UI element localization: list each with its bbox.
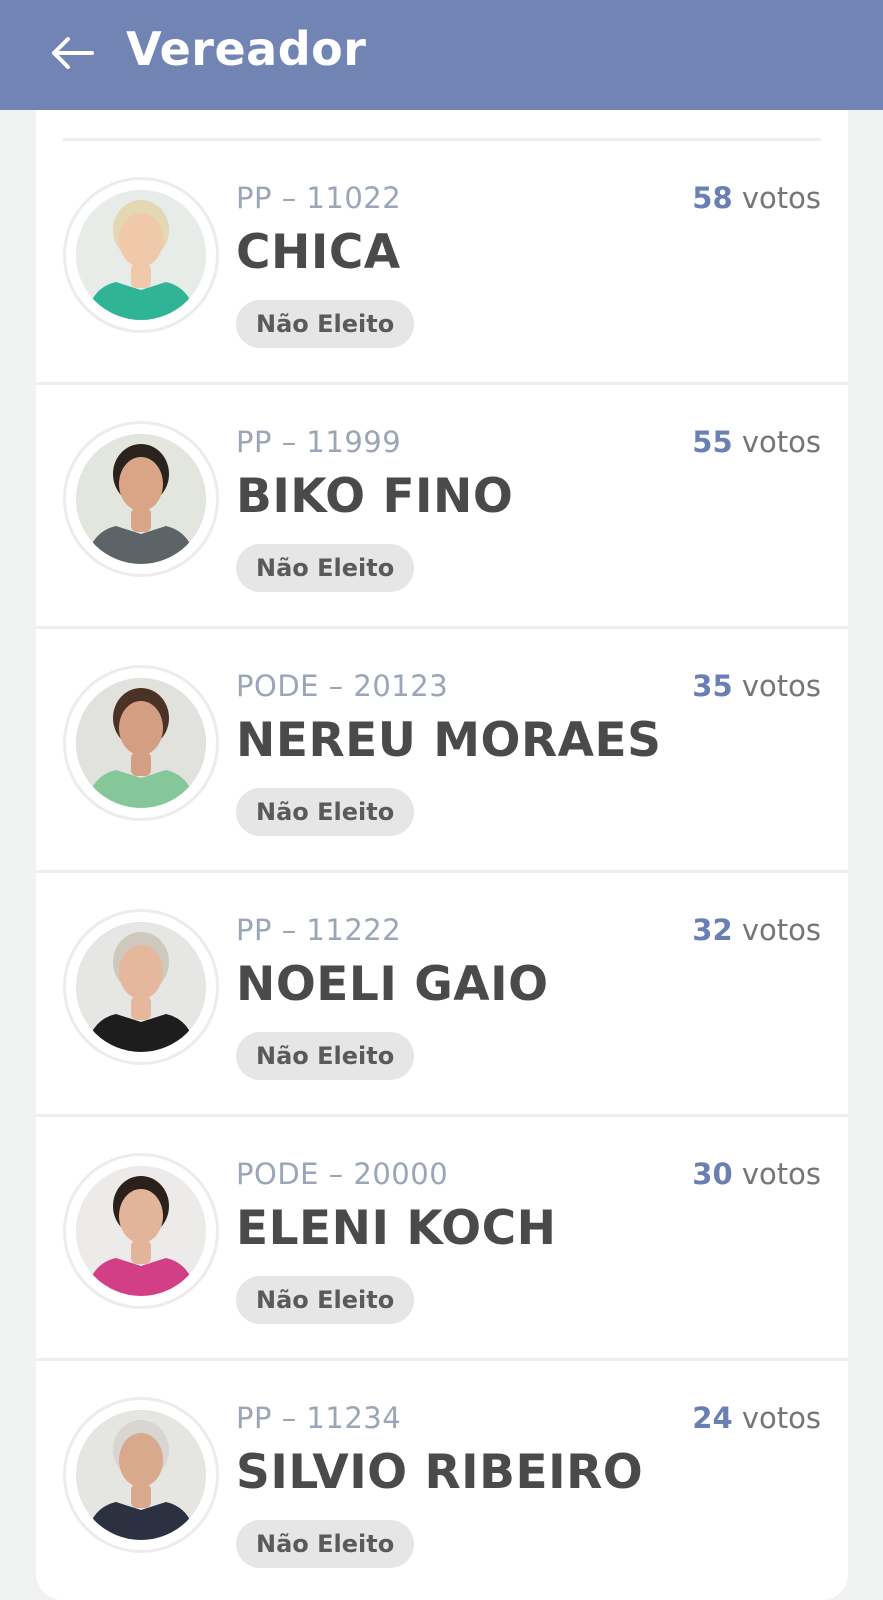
candidate-avatar <box>76 1410 206 1540</box>
candidate-name: CHICA <box>236 225 401 280</box>
avatar-ring <box>63 177 219 333</box>
vote-count: 55 votos <box>692 425 821 459</box>
vote-count: 35 votos <box>692 669 821 703</box>
avatar-ring <box>63 1397 219 1553</box>
vote-count: 58 votos <box>692 181 821 215</box>
vote-count: 30 votos <box>692 1157 821 1191</box>
vote-number: 55 <box>692 425 733 459</box>
candidate-row[interactable]: PODE – 20123 35 votos NEREU MORAES Não E… <box>36 629 848 873</box>
vote-count: 24 votos <box>692 1401 821 1435</box>
party-number: PP – 11022 <box>236 181 402 215</box>
status-badge: Não Eleito <box>236 1276 415 1324</box>
candidates-card: PP – 11022 58 votos CHICA Não Eleito PP <box>36 110 848 1600</box>
candidate-name: SILVIO RIBEIRO <box>236 1445 644 1500</box>
candidate-name: BIKO FINO <box>236 469 514 524</box>
status-badge: Não Eleito <box>236 1520 415 1568</box>
back-button[interactable] <box>48 30 96 76</box>
vote-number: 35 <box>692 669 733 703</box>
party-number: PODE – 20123 <box>236 669 449 703</box>
status-badge: Não Eleito <box>236 300 415 348</box>
candidate-row[interactable]: PP – 11234 24 votos SILVIO RIBEIRO Não E… <box>36 1361 848 1600</box>
candidate-row[interactable]: PP – 11222 32 votos NOELI GAIO Não Eleit… <box>36 873 848 1117</box>
vote-unit: votos <box>732 181 821 215</box>
party-number: PODE – 20000 <box>236 1157 449 1191</box>
vote-unit: votos <box>732 1157 821 1191</box>
avatar-ring <box>63 665 219 821</box>
candidate-list: PP – 11022 58 votos CHICA Não Eleito PP <box>36 141 848 1600</box>
vote-number: 30 <box>692 1157 733 1191</box>
candidate-row[interactable]: PP – 11022 58 votos CHICA Não Eleito <box>36 141 848 385</box>
vote-unit: votos <box>732 425 821 459</box>
vote-unit: votos <box>732 669 821 703</box>
candidate-row[interactable]: PP – 11999 55 votos BIKO FINO Não Eleito <box>36 385 848 629</box>
vote-unit: votos <box>732 1401 821 1435</box>
candidate-name: ELENI KOCH <box>236 1201 557 1256</box>
candidate-avatar <box>76 190 206 320</box>
status-badge: Não Eleito <box>236 1032 415 1080</box>
avatar-ring <box>63 421 219 577</box>
candidate-avatar <box>76 434 206 564</box>
status-badge: Não Eleito <box>236 788 415 836</box>
vote-count: 32 votos <box>692 913 821 947</box>
page-title: Vereador <box>126 22 367 76</box>
vote-number: 24 <box>692 1401 733 1435</box>
candidate-avatar <box>76 1166 206 1296</box>
party-number: PP – 11999 <box>236 425 402 459</box>
app-bar: Vereador <box>0 0 883 110</box>
candidate-name: NOELI GAIO <box>236 957 549 1012</box>
avatar-ring <box>63 1153 219 1309</box>
vote-unit: votos <box>732 913 821 947</box>
candidate-avatar <box>76 678 206 808</box>
candidate-avatar <box>76 922 206 1052</box>
avatar-ring <box>63 909 219 1065</box>
status-badge: Não Eleito <box>236 544 415 592</box>
vote-number: 58 <box>692 181 733 215</box>
candidate-row[interactable]: PODE – 20000 30 votos ELENI KOCH Não Ele… <box>36 1117 848 1361</box>
arrow-left-icon <box>52 37 94 69</box>
party-number: PP – 11234 <box>236 1401 402 1435</box>
candidate-name: NEREU MORAES <box>236 713 662 768</box>
vote-number: 32 <box>692 913 733 947</box>
party-number: PP – 11222 <box>236 913 402 947</box>
